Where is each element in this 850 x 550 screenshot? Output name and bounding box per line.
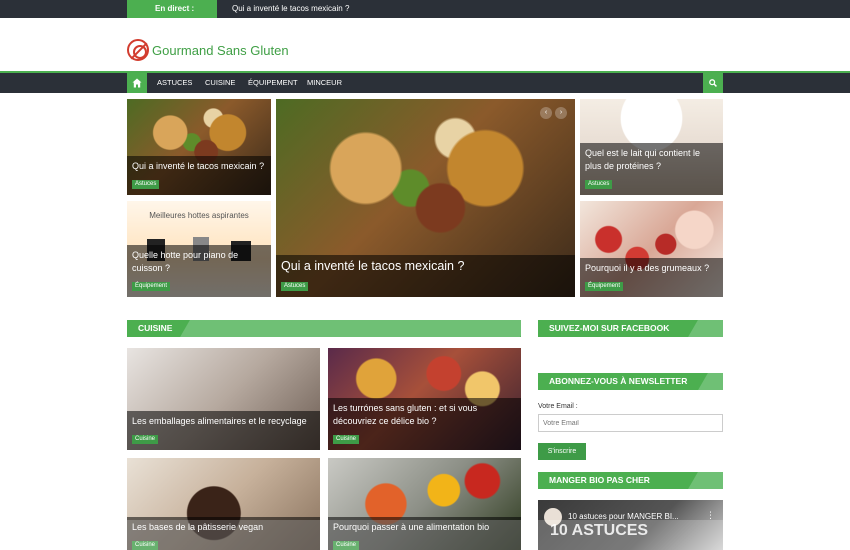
- post-title[interactable]: Les turrónes sans gluten : et si vous dé…: [333, 398, 516, 427]
- video-title[interactable]: 10 astuces pour MANGER BI...: [568, 512, 679, 521]
- post-title[interactable]: Quelle hotte pour piano de cuisson ?: [132, 245, 266, 274]
- category-badge[interactable]: Astuces: [585, 179, 613, 189]
- post-title[interactable]: Pourquoi passer à une alimentation bio: [333, 517, 516, 534]
- category-badge[interactable]: Équipement: [132, 281, 171, 291]
- featured-post-right-bottom[interactable]: Pourquoi il y a des grumeaux ? Équipemen…: [580, 201, 723, 297]
- featured-post-left-bottom[interactable]: Meilleures hottes aspirantes Quelle hott…: [127, 201, 271, 297]
- category-badge[interactable]: Astuces: [132, 179, 160, 189]
- category-badge[interactable]: Cuisine: [333, 540, 360, 550]
- post-overlay: Les bases de la pâtisserie vegan Cuisine: [127, 516, 320, 550]
- newsletter-widget-heading: ABONNEZ-VOUS À NEWSLETTER: [538, 373, 723, 390]
- ticker-headline-link[interactable]: Qui a inventé le tacos mexicain ?: [232, 0, 349, 18]
- post-overlay: Quel est le lait qui contient le plus de…: [580, 143, 723, 195]
- category-badge[interactable]: Cuisine: [132, 434, 159, 444]
- post-title[interactable]: Les emballages alimentaires et le recycl…: [132, 411, 315, 428]
- bio-widget-heading: MANGER BIO PAS CHER: [538, 472, 723, 489]
- post-title[interactable]: Qui a inventé le tacos mexicain ?: [281, 255, 570, 274]
- cuisine-section-heading: CUISINE: [127, 320, 521, 337]
- post-title[interactable]: Les bases de la pâtisserie vegan: [132, 517, 315, 534]
- home-button[interactable]: [127, 73, 147, 93]
- nav-item-cuisine[interactable]: CUISINE: [205, 73, 235, 93]
- post-title[interactable]: Qui a inventé le tacos mexicain ?: [132, 156, 266, 173]
- cuisine-post[interactable]: Les emballages alimentaires et le recycl…: [127, 348, 320, 450]
- post-overlay: Qui a inventé le tacos mexicain ? Astuce…: [276, 255, 575, 297]
- post-overlay: Pourquoi passer à une alimentation bio C…: [328, 516, 521, 550]
- top-ticker-bar: En direct : Qui a inventé le tacos mexic…: [0, 0, 850, 18]
- search-icon: [709, 79, 717, 87]
- nav-item-astuces[interactable]: ASTUCES: [157, 73, 192, 93]
- category-badge[interactable]: Cuisine: [132, 540, 159, 550]
- post-overlay: Pourquoi il y a des grumeaux ? Équipemen…: [580, 257, 723, 297]
- cuisine-post[interactable]: Les bases de la pâtisserie vegan Cuisine: [127, 458, 320, 550]
- featured-post-left-top[interactable]: Qui a inventé le tacos mexicain ? Astuce…: [127, 99, 271, 195]
- email-label: Votre Email :: [538, 403, 578, 410]
- nav-item-equipement[interactable]: ÉQUIPEMENT: [248, 73, 298, 93]
- subscribe-button[interactable]: S'inscrire: [538, 443, 586, 460]
- email-field[interactable]: [538, 414, 723, 432]
- search-button[interactable]: [703, 73, 723, 93]
- nav-item-minceur[interactable]: MINCEUR: [307, 73, 342, 93]
- featured-post-right-top[interactable]: Quel est le lait qui contient le plus de…: [580, 99, 723, 195]
- main-nav: ASTUCES CUISINE ÉQUIPEMENT MINCEUR: [0, 71, 850, 93]
- post-overlay: Qui a inventé le tacos mexicain ? Astuce…: [127, 155, 271, 195]
- site-logo[interactable]: Gourmand Sans Gluten: [127, 38, 289, 62]
- image-caption: Meilleures hottes aspirantes: [149, 211, 249, 220]
- more-options-icon[interactable]: ⋮: [706, 510, 715, 521]
- post-title[interactable]: Pourquoi il y a des grumeaux ?: [585, 258, 718, 275]
- post-overlay: Les emballages alimentaires et le recycl…: [127, 410, 320, 450]
- slider-controls: ‹ ›: [540, 107, 567, 119]
- category-badge[interactable]: Équipement: [585, 281, 624, 291]
- post-title[interactable]: Quel est le lait qui contient le plus de…: [585, 143, 718, 172]
- featured-post-main[interactable]: ‹ › Qui a inventé le tacos mexicain ? As…: [276, 99, 575, 297]
- cuisine-post[interactable]: Pourquoi passer à une alimentation bio C…: [328, 458, 521, 550]
- youtube-video-embed[interactable]: 10 astuces pour MANGER BI... ⋮ 10 ASTUCE…: [538, 500, 723, 550]
- slider-prev-button[interactable]: ‹: [540, 107, 552, 119]
- slider-next-button[interactable]: ›: [555, 107, 567, 119]
- video-thumbnail-text: 10 ASTUCES: [550, 522, 649, 539]
- category-badge[interactable]: Cuisine: [333, 434, 360, 444]
- post-overlay: Les turrónes sans gluten : et si vous dé…: [328, 398, 521, 450]
- gluten-free-icon: [127, 39, 149, 61]
- facebook-widget-heading: SUIVEZ-MOI SUR FACEBOOK: [538, 320, 723, 337]
- home-icon: [132, 78, 142, 88]
- site-name: Gourmand Sans Gluten: [152, 42, 289, 58]
- ticker-label: En direct :: [127, 0, 217, 18]
- cuisine-post[interactable]: Les turrónes sans gluten : et si vous dé…: [328, 348, 521, 450]
- category-badge[interactable]: Astuces: [281, 281, 309, 291]
- post-overlay: Quelle hotte pour piano de cuisson ? Équ…: [127, 245, 271, 297]
